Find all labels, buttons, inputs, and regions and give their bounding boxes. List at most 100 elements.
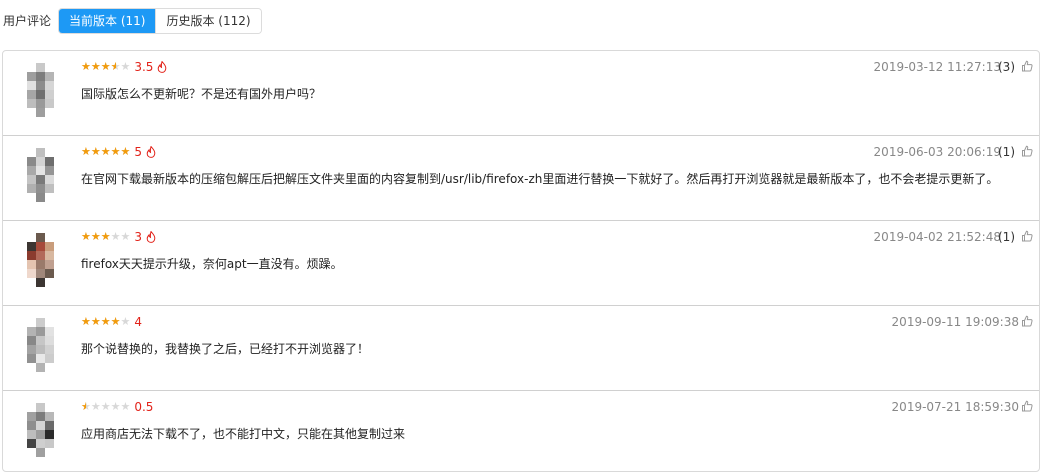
fire-icon bbox=[146, 231, 156, 243]
review-text: 那个说替换的，我替换了之后，已经打不开浏览器了！ bbox=[81, 342, 370, 356]
avatar-pixel bbox=[27, 327, 36, 336]
star-rating-icon: ★★★★★★★★★★ bbox=[81, 400, 131, 413]
avatar-pixel bbox=[36, 403, 45, 412]
review-text: firefox天天提示升级，奈何apt一直没有。烦躁。 bbox=[81, 257, 343, 271]
avatar-pixel bbox=[36, 363, 45, 372]
avatar-pixel bbox=[27, 166, 36, 175]
reviews-header: 用户评论 当前版本 (11) 历史版本 (112) bbox=[0, 0, 1046, 40]
avatar-pixel bbox=[45, 345, 54, 354]
avatar-pixel bbox=[45, 354, 54, 363]
fire-icon bbox=[158, 61, 167, 73]
review-list: ★★★★★★★★★★3.5国际版怎么不更新呢？不是还有国外用户吗？2019-03… bbox=[2, 50, 1040, 472]
avatar-pixel bbox=[45, 430, 54, 439]
avatar-pixel bbox=[27, 354, 36, 363]
avatar-pixel bbox=[36, 421, 45, 430]
thumbs-up-icon[interactable] bbox=[1021, 230, 1033, 242]
avatar-pixel bbox=[36, 336, 45, 345]
avatar-pixel bbox=[45, 260, 54, 269]
fire-icon bbox=[146, 146, 156, 158]
section-title: 用户评论 bbox=[3, 14, 52, 28]
avatar-pixel bbox=[27, 430, 36, 439]
avatar-pixel bbox=[45, 81, 54, 90]
thumbs-up-icon[interactable] bbox=[1021, 400, 1033, 412]
avatar-pixel bbox=[36, 63, 45, 72]
avatar-pixel bbox=[27, 99, 36, 108]
review-timestamp: 2019-04-02 21:52:48 bbox=[873, 230, 1001, 244]
avatar-pixel bbox=[45, 269, 54, 278]
avatar-pixel bbox=[36, 233, 45, 242]
avatar-pixel bbox=[27, 260, 36, 269]
star-rating-icon: ★★★★★★★★★★ bbox=[81, 230, 131, 243]
avatar-pixel bbox=[45, 72, 54, 81]
avatar-pixel bbox=[27, 242, 36, 251]
like-count: (3) bbox=[998, 60, 1015, 74]
version-tabs: 当前版本 (11) 历史版本 (112) bbox=[58, 8, 262, 34]
review-timestamp: 2019-06-03 20:06:19 bbox=[873, 145, 1001, 159]
avatar-pixel bbox=[36, 327, 45, 336]
rating: ★★★★★★★★★★4 bbox=[81, 314, 142, 330]
avatar-pixel bbox=[45, 175, 54, 184]
review-text: 国际版怎么不更新呢？不是还有国外用户吗？ bbox=[81, 87, 322, 101]
avatar-pixel bbox=[36, 184, 45, 193]
like-count: (1) bbox=[998, 145, 1015, 159]
avatar-pixel bbox=[36, 430, 45, 439]
rating: ★★★★★★★★★★3 bbox=[81, 229, 156, 245]
score-value: 3 bbox=[134, 230, 142, 244]
review-timestamp: 2019-07-21 18:59:30 bbox=[891, 400, 1019, 414]
avatar-pixel bbox=[36, 166, 45, 175]
avatar-pixel bbox=[27, 157, 36, 166]
review-timestamp: 2019-09-11 19:09:38 bbox=[891, 315, 1019, 329]
avatar-pixel bbox=[45, 336, 54, 345]
rating: ★★★★★★★★★★3.5 bbox=[81, 59, 167, 75]
avatar bbox=[23, 231, 57, 293]
avatar-pixel bbox=[27, 90, 36, 99]
star-rating-icon: ★★★★★★★★★★ bbox=[81, 145, 131, 158]
tab-history-version[interactable]: 历史版本 (112) bbox=[155, 9, 261, 33]
star-rating-icon: ★★★★★★★★★★ bbox=[81, 60, 131, 73]
avatar-pixel bbox=[45, 184, 54, 193]
review-text: 在官网下载最新版本的压缩包解压后把解压文件夹里面的内容复制到/usr/lib/f… bbox=[81, 172, 999, 186]
thumbs-up-icon[interactable] bbox=[1021, 315, 1033, 327]
review-item: ★★★★★★★★★★3.5 国际版怎么不更新呢？不是还有国外用户吗？ 2019-03… bbox=[3, 51, 1039, 136]
avatar-pixel bbox=[27, 251, 36, 260]
avatar-pixel bbox=[36, 318, 45, 327]
avatar-pixel bbox=[36, 354, 45, 363]
avatar-pixel bbox=[36, 193, 45, 202]
avatar-pixel bbox=[36, 345, 45, 354]
avatar-pixel bbox=[36, 81, 45, 90]
avatar-pixel bbox=[27, 184, 36, 193]
thumbs-up-icon[interactable] bbox=[1021, 145, 1033, 157]
avatar-pixel bbox=[45, 412, 54, 421]
avatar-pixel bbox=[36, 99, 45, 108]
avatar bbox=[23, 61, 57, 123]
avatar bbox=[23, 401, 57, 463]
tab-current-version[interactable]: 当前版本 (11) bbox=[59, 9, 156, 33]
avatar-pixel bbox=[27, 345, 36, 354]
rating: ★★★★★ ★★★★★ 5 bbox=[81, 144, 156, 160]
avatar-pixel bbox=[27, 412, 36, 421]
avatar-pixel bbox=[27, 72, 36, 81]
avatar-pixel bbox=[36, 72, 45, 81]
avatar-pixel bbox=[36, 242, 45, 251]
avatar-pixel bbox=[45, 251, 54, 260]
avatar-pixel bbox=[45, 421, 54, 430]
avatar-pixel bbox=[36, 269, 45, 278]
avatar-pixel bbox=[45, 327, 54, 336]
avatar-pixel bbox=[45, 242, 54, 251]
avatar-pixel bbox=[45, 157, 54, 166]
like-count: (1) bbox=[998, 230, 1015, 244]
avatar-pixel bbox=[36, 175, 45, 184]
avatar-pixel bbox=[36, 90, 45, 99]
avatar-pixel bbox=[45, 99, 54, 108]
avatar-pixel bbox=[36, 278, 45, 287]
review-item: ★★★★★★★★★★3 firefox天天提示升级，奈何apt一直没有。烦躁。 20… bbox=[3, 221, 1039, 306]
avatar-pixel bbox=[45, 90, 54, 99]
star-rating-icon: ★★★★★★★★★★ bbox=[81, 315, 131, 328]
score-value: 3.5 bbox=[134, 60, 154, 74]
thumbs-up-icon[interactable] bbox=[1021, 60, 1033, 72]
review-item: ★★★★★★★★★★4 那个说替换的，我替换了之后，已经打不开浏览器了！ 2019-… bbox=[3, 306, 1039, 391]
avatar-pixel bbox=[36, 108, 45, 117]
rating: ★★★★★★★★★★0.5 bbox=[81, 399, 153, 415]
avatar-pixel bbox=[36, 251, 45, 260]
review-timestamp: 2019-03-12 11:27:13 bbox=[873, 60, 1001, 74]
